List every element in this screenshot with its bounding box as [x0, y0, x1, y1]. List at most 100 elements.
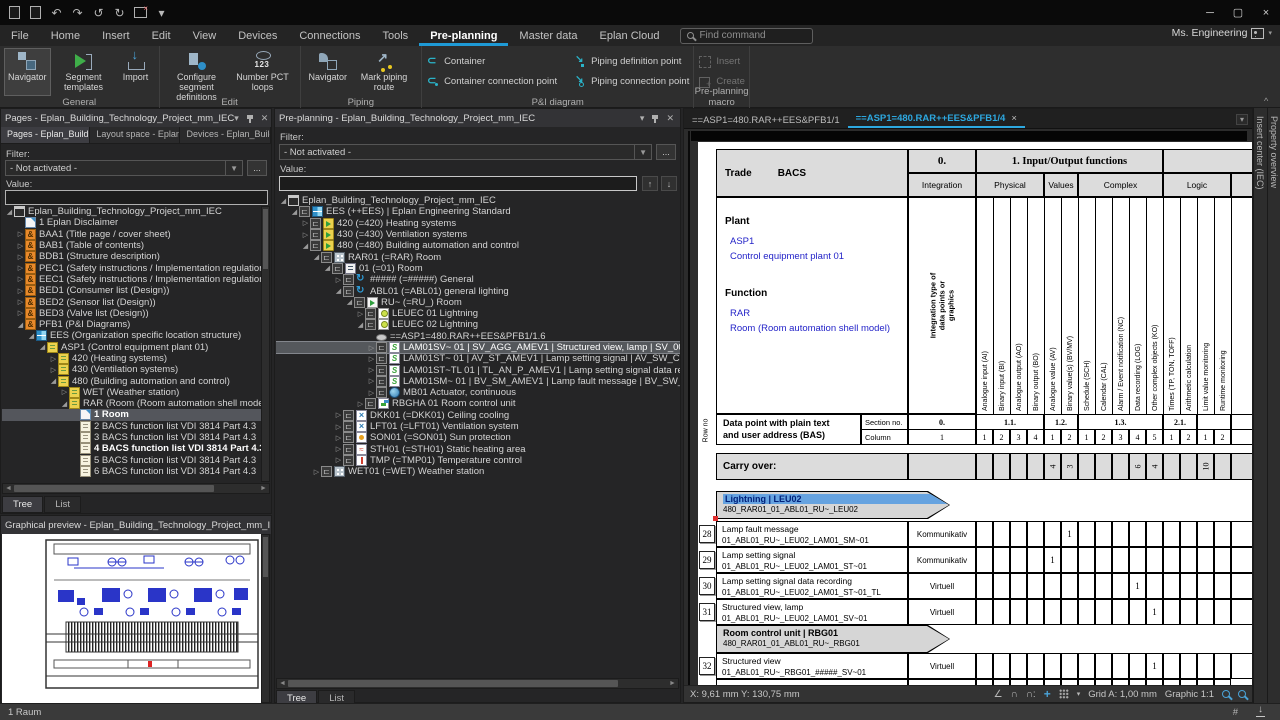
ribbon-tab-pre-planning[interactable]: Pre-planning	[419, 25, 508, 46]
maximize-button[interactable]: ▢	[1224, 0, 1252, 25]
collapse-icon[interactable]: ◢	[356, 321, 365, 329]
tree-item[interactable]: ▷⊏430 (=430) Ventilation systems	[276, 229, 680, 240]
redo-small-icon[interactable]: ↻	[111, 4, 128, 21]
tree-item[interactable]: 2 BACS function list VDI 3814 Part 4.3	[2, 421, 262, 432]
redo-icon[interactable]: ↷	[69, 4, 86, 21]
tree-item[interactable]: ◢⊏480 (=480) Building automation and con…	[276, 240, 680, 251]
tree-item[interactable]: ▷⊏TMP (=TMP01) Temperature control	[276, 455, 680, 466]
expand-icon[interactable]: ▷	[334, 456, 343, 464]
tree-item[interactable]: 6 BACS function list VDI 3814 Part 4.3	[2, 466, 262, 477]
preplanning-horizontal-scrollbar[interactable]: ◄►	[276, 678, 679, 689]
panel-tab-layout-space-eplan-[interactable]: Layout space - Eplan_...	[90, 127, 180, 143]
container-point-button[interactable]: Container connection point	[426, 72, 557, 90]
collapse-icon[interactable]: ◢	[27, 332, 36, 340]
container-button[interactable]: Container	[426, 52, 557, 70]
import-button[interactable]: Import	[117, 48, 155, 96]
pages-filter-combo[interactable]: - Not activated - ▼	[5, 160, 243, 176]
pipe-conn-point-button[interactable]: Piping connection point	[573, 72, 689, 90]
tree-item[interactable]: ▷⊏SON01 (=SON01) Sun protection	[276, 432, 680, 443]
tree-item[interactable]: ▷⊏420 (=420) Heating systems	[276, 218, 680, 229]
expand-icon[interactable]: ▷	[16, 230, 25, 238]
pipe-navigator-button[interactable]: Navigator	[305, 48, 352, 96]
chevron-down-icon[interactable]: ▾	[1077, 690, 1081, 698]
number-pct-button[interactable]: Number PCT loops	[230, 48, 296, 96]
tree-item[interactable]: ▷420 (Heating systems)	[2, 353, 262, 364]
mark-route-button[interactable]: Mark piping route	[351, 48, 417, 96]
tree-item[interactable]: ▷⊏LFT01 (=LFT01) Ventilation system	[276, 421, 680, 432]
grid-setting[interactable]: Grid A: 1,00 mm	[1088, 689, 1157, 700]
pages-value-input[interactable]	[5, 190, 268, 205]
tree-item[interactable]: ◢ASP1 (Control equipment plant 01)	[2, 342, 262, 353]
ribbon-tab-home[interactable]: Home	[40, 25, 91, 46]
expand-icon[interactable]: ▷	[312, 468, 321, 476]
expand-icon[interactable]: ▷	[60, 388, 69, 396]
tree-item[interactable]: ==ASP1=480.RAR++EES&PFB1/1.6	[276, 331, 680, 342]
tree-item[interactable]: ▷EEC1 (Safety instructions / Implementat…	[2, 274, 262, 285]
tree-item[interactable]: ▷⊏LAM01ST~TL 01 | TL_AN_P_AMEV1 | Lamp s…	[276, 364, 680, 375]
pipe-def-point-button[interactable]: Piping definition point	[573, 52, 689, 70]
tree-item[interactable]: 1 Eplan Disclaimer	[2, 217, 262, 228]
pin-icon[interactable]	[651, 114, 659, 123]
tree-item[interactable]: ◢⊏RU~ (=RU_) Room	[276, 297, 680, 308]
row-number-box[interactable]: 28	[699, 525, 715, 543]
expand-icon[interactable]: ▷	[334, 423, 343, 431]
collapse-icon[interactable]: ◢	[38, 343, 47, 351]
row-number-box[interactable]: 32	[699, 657, 715, 675]
expand-icon[interactable]: ▷	[16, 253, 25, 261]
panel-tab-pages-eplan-buildin-[interactable]: Pages - Eplan_Buildin...	[1, 127, 90, 143]
tree-item[interactable]: ◢⊏LEUEC 02 Lightning	[276, 319, 680, 330]
ribbon-tab-tools[interactable]: Tools	[372, 25, 420, 46]
document-tab-1[interactable]: ==ASP1=480.RAR++EES&PFB1/1	[684, 112, 848, 128]
tree-item[interactable]: ▷⊏LEUEC 01 Lightning	[276, 308, 680, 319]
preview-vertical-scrollbar[interactable]	[261, 534, 270, 703]
expand-icon[interactable]: ▷	[367, 389, 376, 397]
ribbon-tab-view[interactable]: View	[182, 25, 228, 46]
plant-description[interactable]: Control equipment plant 01	[730, 251, 844, 262]
ribbon-tab-devices[interactable]: Devices	[227, 25, 288, 46]
tree-item[interactable]: ▷⊏LAM01SV~ 01 | SV_AGG_AMEV1 | Structure…	[276, 342, 680, 353]
preplanning-filter-combo[interactable]: - Not activated - ▼	[279, 144, 652, 160]
group-band[interactable]: Lightning | LEU02480_RAR01_01_ABL01_RU~_…	[716, 491, 950, 519]
expand-icon[interactable]: ▷	[334, 411, 343, 419]
expand-icon[interactable]: ▷	[301, 231, 310, 239]
graphic-scale[interactable]: Graphic 1:1	[1165, 689, 1214, 700]
tree-item[interactable]: ◢Eplan_Building_Technology_Project_mm_IE…	[276, 195, 680, 206]
expand-icon[interactable]: ▷	[356, 400, 365, 408]
tree-item[interactable]: ◢⊏ABL01 (=ABL01) general lighting	[276, 285, 680, 296]
user-account[interactable]: Ms. Engineering ▾	[1172, 27, 1272, 39]
expand-icon[interactable]: ▷	[356, 310, 365, 318]
ribbon-tab-master-data[interactable]: Master data	[508, 25, 588, 46]
close-button[interactable]: ×	[1252, 0, 1280, 25]
tree-item[interactable]: ▷BED2 (Sensor list (Design))	[2, 296, 262, 307]
expand-icon[interactable]: ▷	[367, 366, 376, 374]
tree-item[interactable]: ▷BAB1 (Table of contents)	[2, 240, 262, 251]
property-overview-tab[interactable]: Property overview	[1269, 116, 1279, 188]
collapse-icon[interactable]: ◢	[301, 242, 310, 250]
expand-icon[interactable]: ▷	[49, 355, 58, 363]
expand-icon[interactable]: ▷	[367, 344, 376, 352]
hash-icon[interactable]: #	[1233, 707, 1238, 718]
expand-icon[interactable]: ▷	[49, 366, 58, 374]
pages-tree-horizontal-scrollbar[interactable]: ◄►	[2, 483, 270, 494]
navigator-button[interactable]: Navigator	[4, 48, 51, 96]
tree-item[interactable]: ◢⊏01 (=01) Room	[276, 263, 680, 274]
expand-icon[interactable]: ▷	[16, 298, 25, 306]
ribbon-tab-edit[interactable]: Edit	[141, 25, 182, 46]
expand-icon[interactable]: ▷	[16, 264, 25, 272]
configure-segments-button[interactable]: Configure segment definitions	[164, 48, 230, 96]
collapse-icon[interactable]: ◢	[5, 208, 14, 216]
tree-item[interactable]: ▷⊏DKK01 (=DKK01) Ceiling cooling	[276, 410, 680, 421]
find-command-box[interactable]: Find command	[680, 28, 813, 44]
pages-tree-vertical-scrollbar[interactable]	[261, 206, 270, 482]
tree-item[interactable]: ◢480 (Building automation and control)	[2, 375, 262, 386]
ribbon-tab-eplan-cloud[interactable]: Eplan Cloud	[589, 25, 671, 46]
collapse-icon[interactable]: ◢	[312, 253, 321, 261]
expand-icon[interactable]: ▷	[16, 287, 25, 295]
ribbon-tab-file[interactable]: File	[0, 25, 40, 46]
row-number-box[interactable]: 31	[699, 603, 715, 621]
move-crosshair-icon[interactable]: +	[1044, 687, 1051, 701]
expand-icon[interactable]: ▷	[334, 445, 343, 453]
ribbon-tab-connections[interactable]: Connections	[288, 25, 371, 46]
collapse-icon[interactable]: ◢	[60, 400, 69, 408]
grid-icon[interactable]	[1059, 689, 1069, 699]
